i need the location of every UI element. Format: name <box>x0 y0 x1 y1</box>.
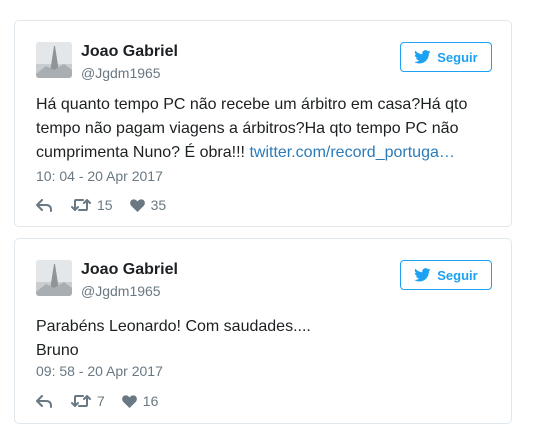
reply-icon <box>36 198 52 212</box>
twitter-bird-icon <box>414 50 431 64</box>
tweet-text-line: cumprimenta Nuno? É obra!!! twitter.com/… <box>36 141 491 165</box>
like-count: 35 <box>150 197 167 213</box>
reply-button[interactable] <box>36 394 52 408</box>
tweet-text-line: tempo não pagam viagens a árbitros?Ha qt… <box>36 120 459 137</box>
tweet-text-segment: cumprimenta Nuno? É obra!!! <box>36 144 250 161</box>
tweet-link[interactable]: twitter.com/record_portuga… <box>249 144 454 161</box>
avatar[interactable] <box>36 42 72 78</box>
tweet-text-line: Bruno <box>36 342 79 359</box>
avatar-image <box>36 42 72 78</box>
like-button[interactable]: 35 <box>129 197 167 213</box>
tweet-timestamp[interactable]: 09: 58 - 20 Apr 2017 <box>36 363 163 379</box>
heart-icon <box>129 198 145 212</box>
tweet-text-line: Parabéns Leonardo! Com saudades.... <box>36 318 311 335</box>
avatar[interactable] <box>36 260 72 296</box>
retweet-icon <box>71 395 91 407</box>
retweet-button[interactable]: 7 <box>71 393 105 409</box>
retweet-button[interactable]: 15 <box>71 197 113 213</box>
tweet-text-line: Há quanto tempo PC não recebe um árbitro… <box>36 96 468 113</box>
author-name[interactable]: Joao Gabriel <box>81 261 178 279</box>
retweet-count: 7 <box>97 393 105 409</box>
reply-icon <box>36 394 52 408</box>
author-handle[interactable]: @Jgdm1965 <box>81 283 161 299</box>
tweet-card: Joao Gabriel @Jgdm1965 Seguir Há quanto … <box>14 20 512 227</box>
author-name[interactable]: Joao Gabriel <box>81 43 178 61</box>
twitter-bird-icon <box>414 268 431 282</box>
like-button[interactable]: 16 <box>121 393 159 409</box>
follow-button[interactable]: Seguir <box>400 42 492 72</box>
tweet-text: Há quanto tempo PC não recebe um árbitro… <box>36 93 491 165</box>
follow-label: Seguir <box>437 49 478 65</box>
follow-button[interactable]: Seguir <box>400 260 492 290</box>
tweet-actions: 15 35 <box>36 195 166 215</box>
retweet-count: 15 <box>97 197 113 213</box>
tweet-timestamp[interactable]: 10: 04 - 20 Apr 2017 <box>36 168 163 184</box>
tweet-actions: 7 16 <box>36 391 158 411</box>
tweet-card: Joao Gabriel @Jgdm1965 Seguir Parabéns L… <box>14 238 512 424</box>
tweet-text: Parabéns Leonardo! Com saudades.... Brun… <box>36 315 491 363</box>
follow-label: Seguir <box>437 267 478 283</box>
retweet-icon <box>71 199 91 211</box>
avatar-image <box>36 260 72 296</box>
author-handle[interactable]: @Jgdm1965 <box>81 65 161 81</box>
heart-icon <box>121 394 137 408</box>
reply-button[interactable] <box>36 198 52 212</box>
like-count: 16 <box>142 393 159 409</box>
